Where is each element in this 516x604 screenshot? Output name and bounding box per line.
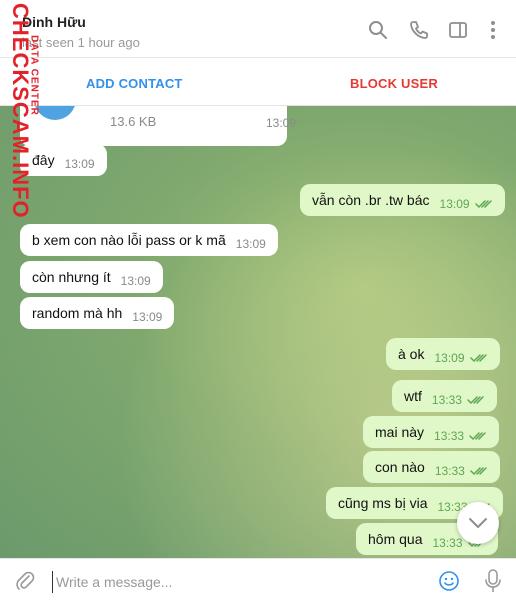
paperclip-icon[interactable] (14, 570, 36, 592)
message-text: đây (32, 152, 55, 168)
message-time: 13:09 (235, 237, 266, 251)
file-size: 13.6 KB (110, 114, 157, 129)
message-text: cũng ms bị via (338, 495, 428, 511)
double-check-icon (469, 432, 486, 441)
message-time: 13:09 (439, 197, 470, 211)
message-time: 13:09 (434, 351, 465, 365)
search-icon[interactable] (367, 19, 389, 41)
message-time: 13:09 (132, 310, 163, 324)
double-check-icon (469, 354, 487, 363)
chat-header: Đinh Hữu last seen 1 hour ago (0, 0, 516, 58)
message-bubble[interactable]: wtf 13:33 (392, 380, 497, 412)
download-icon[interactable] (34, 106, 76, 120)
message-time: 13:09 (120, 274, 151, 288)
message-bubble[interactable]: random mà hh 13:09 (20, 297, 175, 329)
double-check-icon (467, 396, 484, 405)
message-input[interactable] (52, 571, 412, 593)
message-bubble[interactable]: b xem con nào lỗi pass or k mã 13:09 (20, 224, 278, 256)
sidebar-toggle-icon[interactable] (447, 19, 469, 41)
message-time: 13:09 (64, 157, 95, 171)
contact-action-bar: ADD CONTACT BLOCK USER (0, 58, 516, 106)
message-text: random mà hh (32, 305, 123, 321)
message-bubble[interactable]: à ok 13:09 (386, 338, 500, 370)
contact-status: last seen 1 hour ago (22, 35, 140, 50)
more-vertical-icon[interactable] (482, 19, 504, 41)
message-text: con nào (375, 459, 425, 475)
chevron-down-icon (469, 518, 487, 528)
message-text: hôm qua (368, 531, 423, 547)
message-text: à ok (398, 346, 425, 362)
message-bubble[interactable]: con nào 13:33 (363, 451, 500, 483)
block-user-button[interactable]: BLOCK USER (350, 76, 438, 91)
message-bubble[interactable]: vẫn còn .br .tw bác 13:09 (300, 184, 505, 216)
emoji-icon[interactable] (438, 570, 460, 592)
message-bubble[interactable]: mai này 13:33 (363, 416, 500, 448)
message-list[interactable]: 13.6 KB 13:09 đây 13:09 vẫn còn .br .tw … (0, 106, 516, 558)
add-contact-button[interactable]: ADD CONTACT (86, 76, 183, 91)
double-check-icon (474, 200, 492, 209)
message-composer (0, 558, 516, 604)
message-bubble[interactable]: đây 13:09 (20, 144, 107, 176)
scroll-to-bottom-button[interactable] (457, 502, 499, 544)
message-text: vẫn còn .br .tw bác (312, 192, 430, 208)
message-time: 13:33 (434, 429, 465, 443)
message-text: b xem con nào lỗi pass or k mã (32, 232, 226, 248)
message-time: 13:33 (431, 393, 462, 407)
file-message[interactable]: 13.6 KB 13:09 (20, 106, 296, 146)
message-time: 13:33 (432, 536, 463, 550)
message-text: wtf (404, 388, 422, 404)
message-time: 13:09 (266, 116, 297, 130)
message-time: 13:33 (434, 464, 465, 478)
message-text: còn nhưng ít (32, 269, 111, 285)
message-bubble[interactable]: còn nhưng ít 13:09 (20, 261, 163, 293)
phone-icon[interactable] (408, 19, 430, 41)
message-text: mai này (375, 424, 425, 440)
contact-name[interactable]: Đinh Hữu (22, 14, 86, 30)
microphone-icon[interactable] (484, 569, 502, 593)
double-check-icon (470, 467, 487, 476)
